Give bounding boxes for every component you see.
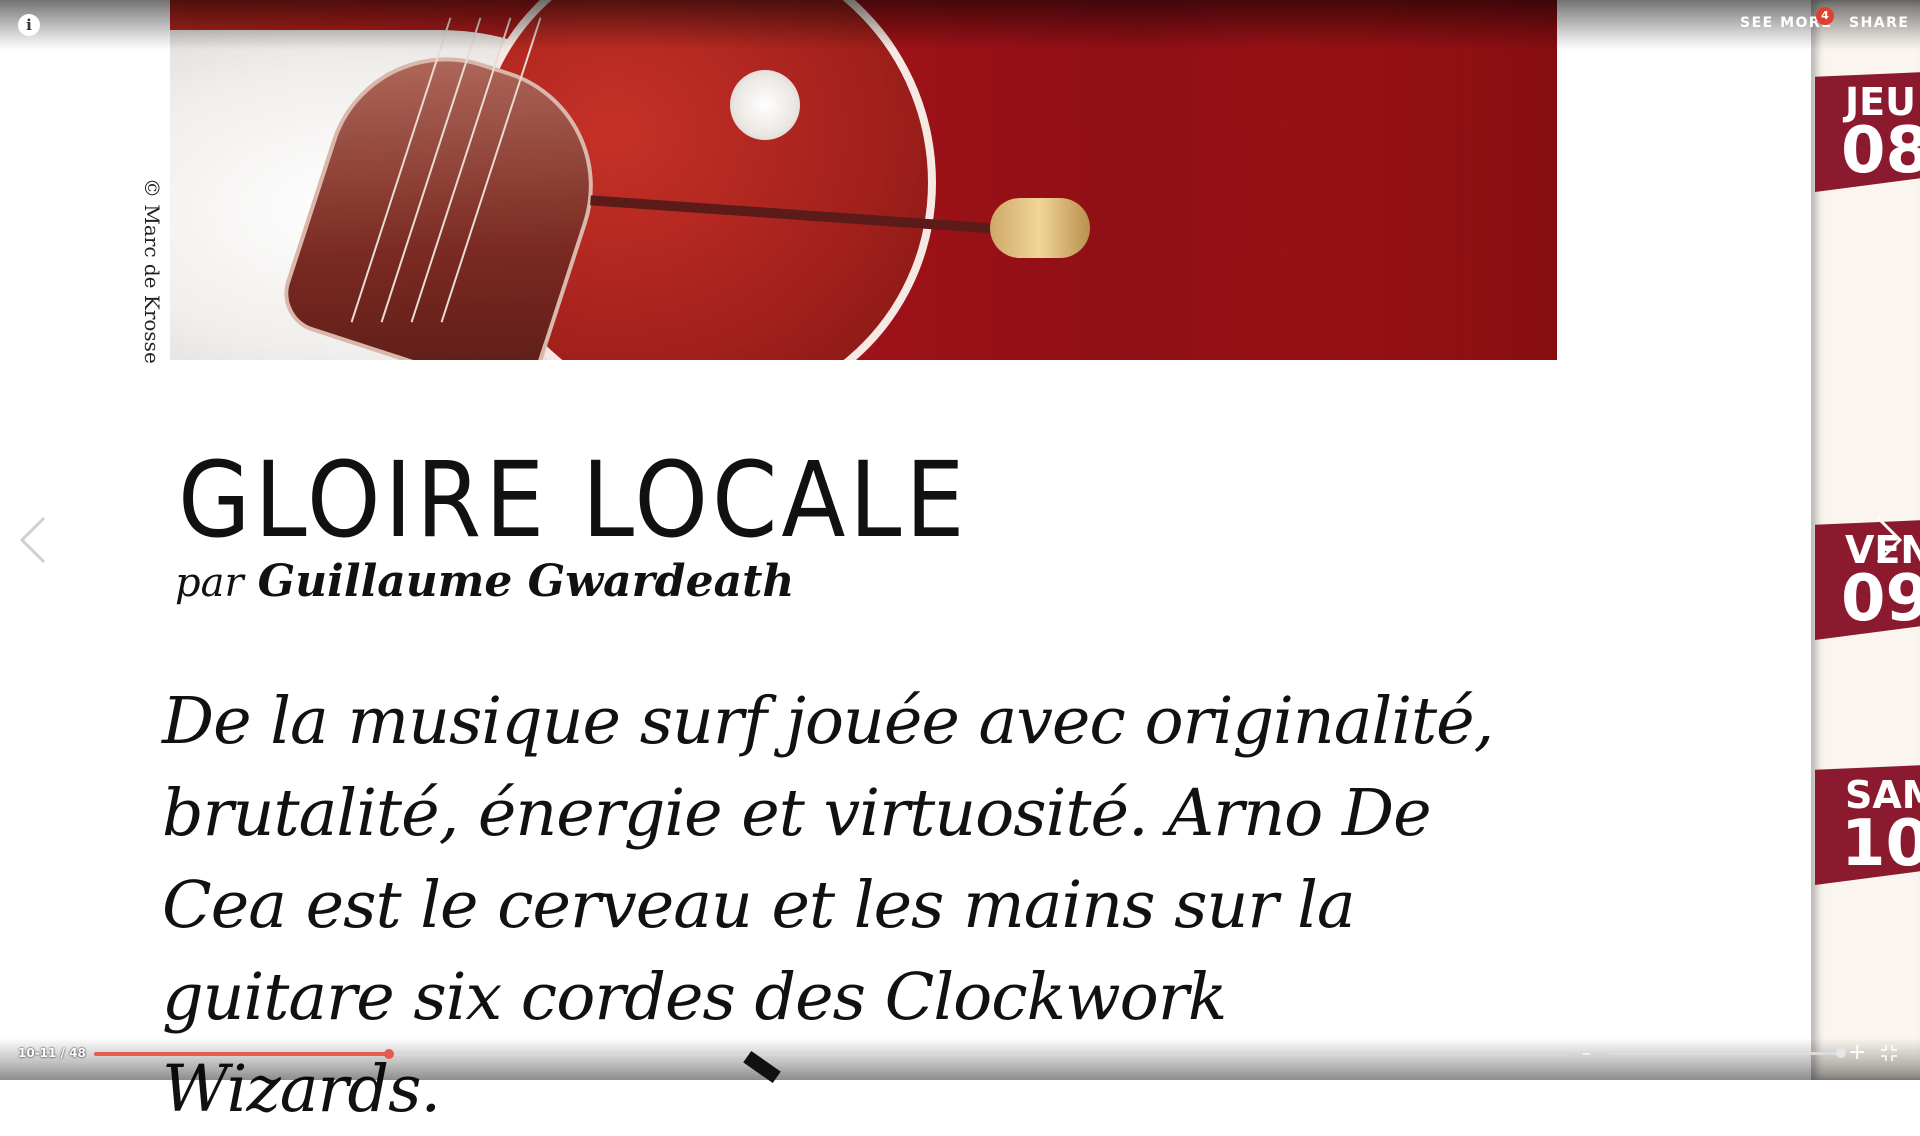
guitar-jack: [990, 198, 1090, 258]
zoom-out-button[interactable]: –: [1582, 1043, 1591, 1064]
zoom-in-button[interactable]: +: [1848, 1040, 1866, 1065]
share-button[interactable]: SHARE: [1849, 15, 1909, 31]
see-more-count-badge: 4: [1816, 7, 1834, 25]
date-number: 10: [1841, 807, 1920, 881]
zoom-handle[interactable]: [1836, 1048, 1846, 1058]
date-number: 08: [1841, 114, 1920, 188]
previous-page-button[interactable]: [14, 512, 54, 568]
progress-handle[interactable]: [383, 1049, 394, 1059]
author-name: Guillaume Gwardeath: [257, 556, 795, 607]
date-badge: SAM 10: [1815, 765, 1920, 885]
guitar-knob: [730, 70, 800, 140]
viewer-top-bar: [0, 0, 1920, 50]
next-page-button[interactable]: [1868, 512, 1908, 568]
zoom-slider[interactable]: [1610, 1048, 1846, 1058]
fullscreen-icon: [1881, 1045, 1897, 1061]
chevron-left-icon: [19, 516, 46, 564]
guitar-photo: [170, 0, 1557, 360]
date-number: 09: [1841, 562, 1920, 636]
byline: par Guillaume Gwardeath: [175, 560, 794, 604]
page-indicator: 10-11 / 48: [18, 1046, 86, 1060]
photo-shadow: [1270, 0, 1557, 360]
article-title: GLOIRE LOCALE: [178, 448, 969, 552]
date-badge: JEU 08: [1815, 72, 1920, 192]
chevron-right-icon: [1876, 516, 1903, 564]
byline-prefix: par: [175, 560, 244, 606]
info-icon[interactable]: i: [18, 14, 40, 36]
page-progress-slider[interactable]: [94, 1049, 1568, 1059]
progress-fill: [94, 1052, 389, 1056]
article-title-text: GLOIRE LOCALE: [178, 439, 969, 561]
photo-credit: © Marc de Krosse: [140, 178, 164, 364]
viewer-bottom-bar: [0, 1038, 1920, 1080]
magazine-page: © Marc de Krosse GLOIRE LOCALE par Guill…: [0, 0, 1811, 1127]
fullscreen-button[interactable]: [1880, 1044, 1898, 1062]
